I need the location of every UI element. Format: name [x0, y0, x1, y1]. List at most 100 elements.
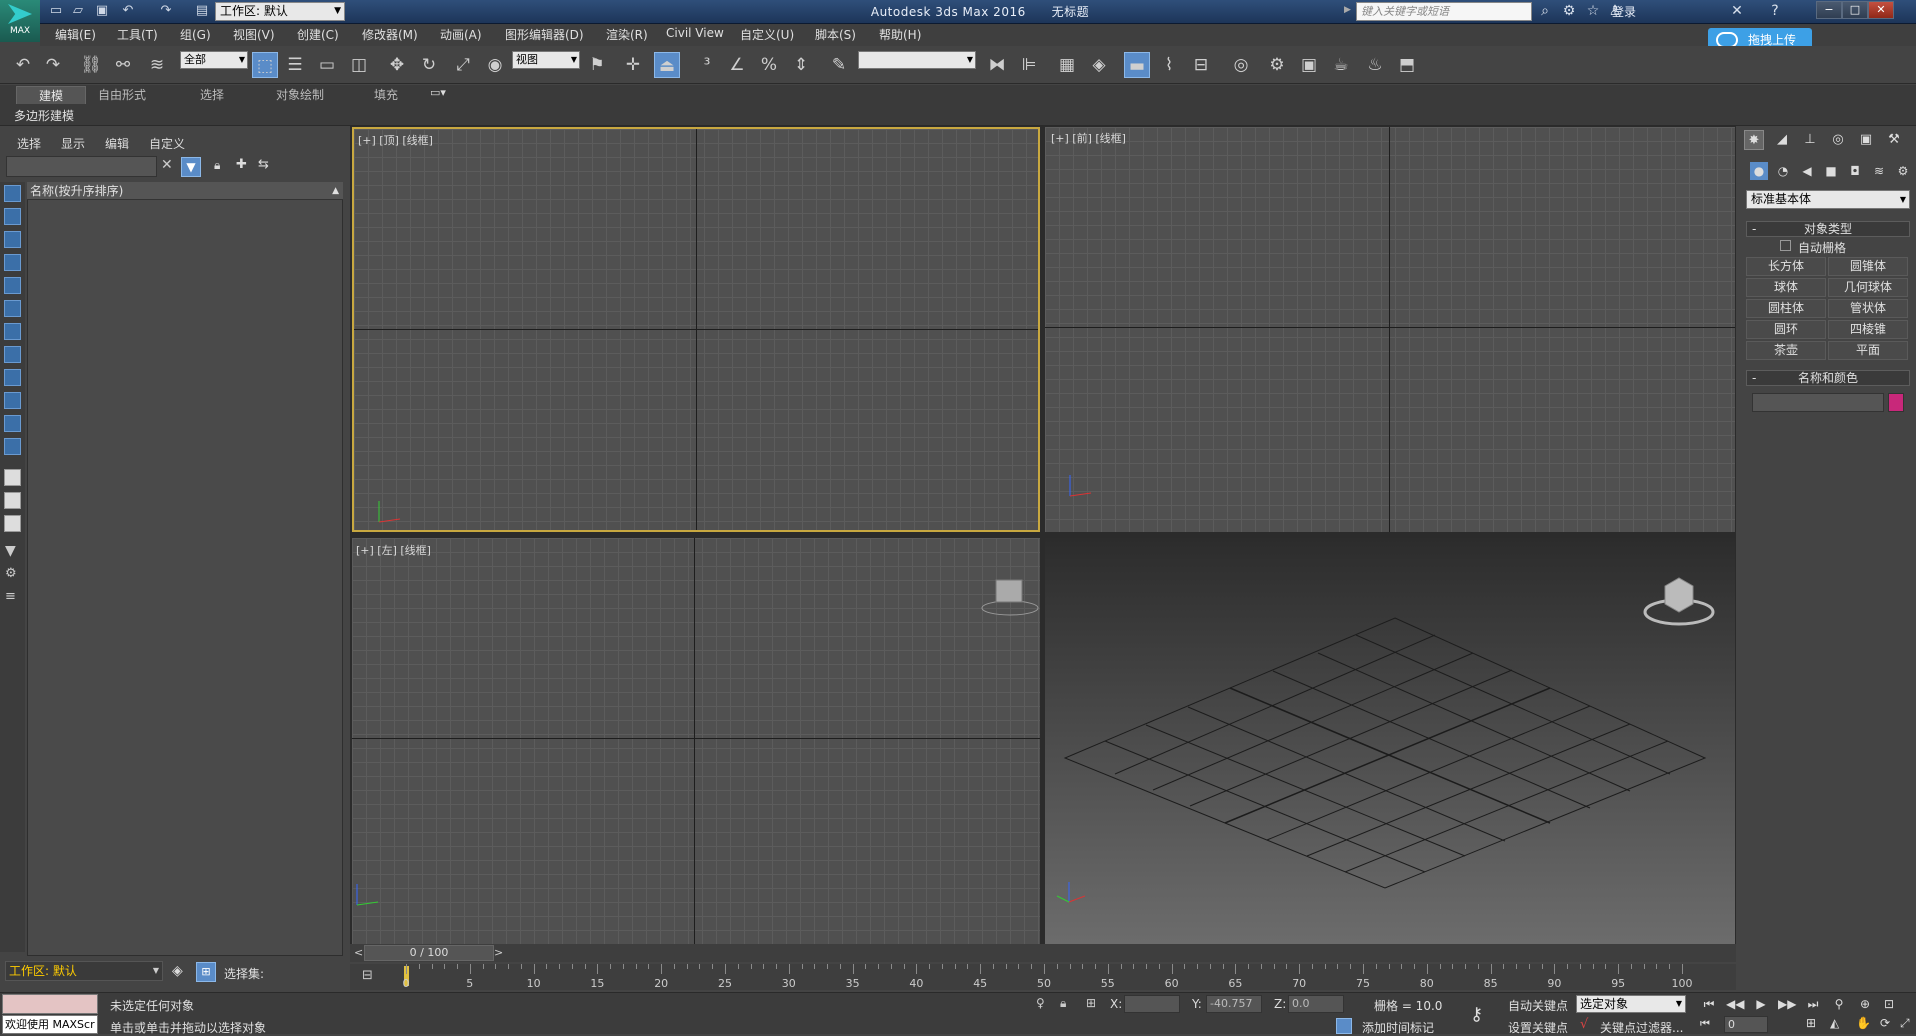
- undo-icon[interactable]: ↶: [10, 52, 36, 78]
- display-groups-icon[interactable]: [4, 346, 21, 363]
- new-file-icon[interactable]: ▭: [48, 3, 64, 19]
- toggle-ribbon-icon[interactable]: ▬: [1124, 52, 1150, 78]
- subscription-icon[interactable]: ⚙: [1560, 3, 1578, 19]
- next-frame-arrow-icon[interactable]: >: [494, 946, 503, 959]
- collapse-icon[interactable]: ≡: [5, 589, 16, 604]
- utilities-panel-icon[interactable]: ⚒: [1884, 130, 1904, 150]
- clear-search-icon[interactable]: ✕: [161, 157, 173, 173]
- ribbon-tab-object-paint[interactable]: 对象绘制: [268, 86, 332, 104]
- save-file-icon[interactable]: ▣: [94, 3, 110, 19]
- viewport-top-label[interactable]: [+] [顶] [线框]: [358, 132, 433, 148]
- go-to-start-icon[interactable]: ⏮: [1700, 997, 1718, 1012]
- menu-views[interactable]: 视图(V): [233, 26, 275, 43]
- favorites-star-icon[interactable]: ☆: [1584, 3, 1602, 19]
- current-frame-field[interactable]: 0: [1724, 1016, 1768, 1033]
- prev-frame-arrow-icon[interactable]: <: [354, 946, 363, 959]
- minimize-button[interactable]: −: [1816, 1, 1842, 19]
- menu-edit[interactable]: 编辑(E): [55, 26, 96, 43]
- time-configuration-icon[interactable]: ⊞: [1806, 1016, 1816, 1030]
- menu-create[interactable]: 创建(C): [297, 26, 339, 43]
- select-and-rotate-icon[interactable]: ↻: [416, 52, 442, 78]
- object-color-swatch[interactable]: [1888, 393, 1904, 412]
- menu-animation[interactable]: 动画(A): [440, 26, 482, 43]
- select-and-place-icon[interactable]: ◉: [482, 52, 508, 78]
- window-crossing-icon[interactable]: ◫: [346, 52, 372, 78]
- menu-help[interactable]: 帮助(H): [879, 26, 921, 43]
- next-frame-icon[interactable]: ▶▶: [1778, 997, 1796, 1011]
- geometry-icon[interactable]: ●: [1750, 162, 1768, 180]
- box-button[interactable]: 长方体: [1746, 257, 1826, 276]
- ribbon-tab-populate[interactable]: 填充: [362, 86, 410, 104]
- column-header-name[interactable]: 名称(按升序排序) ▲: [27, 182, 343, 200]
- menu-rendering[interactable]: 渲染(R): [606, 26, 648, 43]
- exchange-icon[interactable]: ✕: [1728, 3, 1746, 19]
- viewcube-icon[interactable]: [980, 576, 1040, 618]
- maximize-button[interactable]: □: [1842, 1, 1868, 19]
- mini-curve-editor-icon[interactable]: ⊟: [362, 968, 373, 983]
- lights-icon[interactable]: ◀: [1798, 162, 1816, 180]
- menu-tools[interactable]: 工具(T): [117, 26, 158, 43]
- menu-modifiers[interactable]: 修改器(M): [362, 26, 418, 43]
- isolate-selection-icon[interactable]: ♀: [1036, 996, 1045, 1010]
- named-selection-dropdown[interactable]: ▼: [858, 51, 976, 69]
- filter-icon[interactable]: ▼: [181, 157, 201, 177]
- maxscript-output[interactable]: 欢迎使用 MAXScr: [2, 1015, 98, 1034]
- help-icon[interactable]: ?: [1766, 3, 1784, 19]
- select-and-scale-icon[interactable]: ⤢: [450, 52, 476, 78]
- material-editor-icon[interactable]: ◎: [1228, 52, 1254, 78]
- tube-button[interactable]: 管状体: [1828, 299, 1908, 318]
- shapes-icon[interactable]: ◔: [1774, 162, 1792, 180]
- select-and-link-icon[interactable]: ⛓: [78, 52, 104, 78]
- menu-civil-view[interactable]: Civil View: [666, 26, 724, 40]
- viewport-front[interactable]: [+] [前] [线框]: [1045, 127, 1735, 532]
- time-tag-icon[interactable]: [1336, 1018, 1352, 1034]
- menu-graph-editors[interactable]: 图形编辑器(D): [505, 26, 584, 43]
- project-folder-icon[interactable]: ▤: [194, 3, 210, 19]
- geosphere-button[interactable]: 几何球体: [1828, 278, 1908, 297]
- display-none-icon[interactable]: [4, 469, 21, 486]
- unlink-icon[interactable]: ⚯: [110, 52, 136, 78]
- display-all-icon[interactable]: [4, 185, 21, 202]
- pivot-center-icon[interactable]: ⚑: [584, 52, 610, 78]
- render-setup-icon[interactable]: ⚙: [1264, 52, 1290, 78]
- cameras-icon[interactable]: ■: [1822, 162, 1840, 180]
- open-file-icon[interactable]: ▱: [70, 3, 86, 19]
- bind-space-warp-icon[interactable]: ≋: [144, 52, 170, 78]
- search-input[interactable]: 键入关键字或短语: [1356, 2, 1532, 21]
- layer-icon[interactable]: ◈: [172, 963, 183, 979]
- zoom-extents-icon[interactable]: ⊡: [1880, 997, 1898, 1011]
- display-invert-icon[interactable]: [4, 492, 21, 509]
- render-production-icon[interactable]: ☕: [1328, 52, 1354, 78]
- viewport-front-label[interactable]: [+] [前] [线框]: [1051, 130, 1126, 146]
- orbit-icon[interactable]: ⟳: [1880, 1016, 1890, 1030]
- selection-lock-icon[interactable]: 🔒︎: [1060, 996, 1066, 1011]
- filter-options-icon[interactable]: ⚙: [5, 566, 17, 581]
- display-containers-icon[interactable]: [4, 415, 21, 432]
- scene-search-input[interactable]: [6, 156, 157, 177]
- category-dropdown[interactable]: 标准基本体 ▼: [1746, 190, 1910, 209]
- display-xrefs-icon[interactable]: [4, 369, 21, 386]
- zoom-all-icon[interactable]: ⊕: [1856, 997, 1874, 1011]
- ribbon-subtab-polygon-modeling[interactable]: 多边形建模: [14, 107, 74, 124]
- zoom-icon[interactable]: ⚲: [1830, 997, 1848, 1011]
- pyramid-button[interactable]: 四棱锥: [1828, 320, 1908, 339]
- pan-view-icon[interactable]: ✋: [1856, 1016, 1871, 1030]
- workspace-dropdown[interactable]: 工作区: 默认 ▼: [215, 2, 345, 21]
- teapot-button[interactable]: 茶壶: [1746, 341, 1826, 360]
- space-warps-icon[interactable]: ≋: [1870, 162, 1888, 180]
- viewport-top[interactable]: [+] [顶] [线框]: [352, 127, 1040, 532]
- menu-group[interactable]: 组(G): [180, 26, 211, 43]
- viewport-left-label[interactable]: [+] [左] [线框]: [356, 542, 431, 558]
- object-name-input[interactable]: [1752, 393, 1884, 412]
- scene-explorer-workspace-dropdown[interactable]: 工作区: 默认 ▼: [5, 961, 163, 981]
- login-link[interactable]: 登录: [1612, 3, 1636, 20]
- scene-object-list[interactable]: [27, 182, 343, 956]
- lock-icon[interactable]: 🔒︎: [214, 158, 220, 173]
- schematic-view-icon[interactable]: ⊟: [1188, 52, 1214, 78]
- ribbon-options-icon[interactable]: ▭▾: [430, 86, 446, 99]
- helpers-icon[interactable]: ◘: [1846, 162, 1864, 180]
- display-frozen-icon[interactable]: [4, 438, 21, 455]
- ribbon-tab-freeform[interactable]: 自由形式: [90, 86, 154, 104]
- display-helpers-icon[interactable]: [4, 300, 21, 317]
- align-icon[interactable]: ⊫: [1016, 52, 1042, 78]
